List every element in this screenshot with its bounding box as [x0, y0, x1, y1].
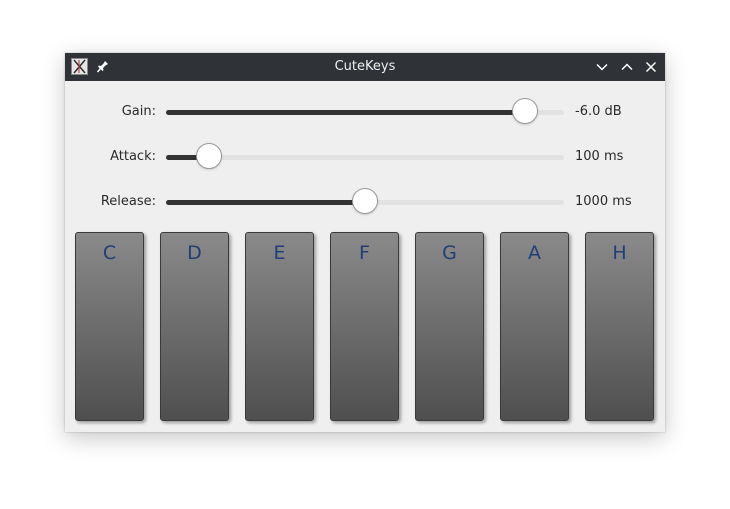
release-slider-fill [166, 200, 365, 205]
gain-slider-handle[interactable] [511, 98, 538, 124]
key-label: D [187, 242, 202, 264]
key-label: E [273, 242, 286, 264]
release-label: Release: [100, 194, 156, 209]
title-bar[interactable]: CuteKeys [65, 53, 665, 81]
key-a[interactable]: A [500, 232, 569, 421]
key-label: H [612, 242, 627, 264]
release-value: 1000 ms [575, 194, 632, 209]
key-label: C [102, 242, 117, 264]
window-title: CuteKeys [334, 59, 396, 74]
minimize-icon[interactable] [595, 60, 609, 74]
gain-label: Gain: [121, 104, 156, 119]
key-d[interactable]: D [160, 232, 229, 421]
key-h[interactable]: H [585, 232, 654, 421]
attack-row: Attack: 100 ms [65, 142, 665, 172]
app-icon[interactable] [71, 58, 88, 75]
close-icon[interactable] [644, 60, 658, 74]
key-e[interactable]: E [245, 232, 314, 421]
attack-slider-handle[interactable] [195, 143, 222, 169]
attack-slider[interactable] [166, 155, 564, 160]
release-row: Release: 1000 ms [65, 187, 665, 217]
gain-row: Gain: -6.0 dB [65, 97, 665, 127]
maximize-icon[interactable] [620, 60, 634, 74]
key-g[interactable]: G [415, 232, 484, 421]
key-f[interactable]: F [330, 232, 399, 421]
gain-slider-fill [166, 110, 525, 115]
key-label: G [442, 242, 457, 264]
pin-icon[interactable] [96, 59, 110, 75]
key-label: F [359, 242, 370, 264]
release-slider-handle[interactable] [352, 188, 378, 214]
gain-value: -6.0 dB [575, 104, 622, 119]
key-label: A [528, 242, 541, 264]
attack-value: 100 ms [575, 149, 624, 164]
attack-label: Attack: [110, 149, 156, 164]
key-c[interactable]: C [75, 232, 144, 421]
gain-slider[interactable] [166, 110, 564, 115]
cutekeys-window: CuteKeys Gain: -6.0 dB Attack: 100 ms Re… [65, 53, 665, 432]
